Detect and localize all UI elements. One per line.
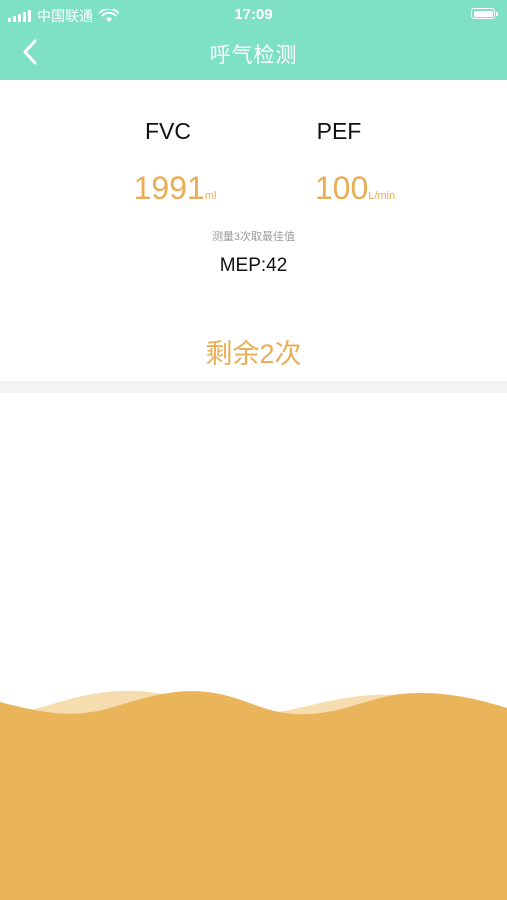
fvc-value-number: 1991	[133, 170, 205, 206]
status-bar: 中国联通 17:09	[0, 0, 507, 30]
pef-unit: L/min	[368, 190, 396, 202]
wave-front	[0, 691, 507, 900]
page-title: 呼气检测	[209, 44, 298, 67]
section-divider	[0, 381, 507, 393]
fvc-value: 1991ml	[75, 170, 275, 207]
remaining-count: 剩余2次	[205, 339, 302, 369]
measurement-hint: 测量3次取最佳值	[211, 231, 296, 243]
pef-value-number: 100	[314, 170, 369, 206]
mep-value: MEP:42	[219, 255, 288, 276]
status-time: 17:09	[234, 6, 273, 23]
app-header: 中国联通 17:09 呼气检测	[0, 0, 507, 80]
fvc-label: FVC	[145, 118, 191, 144]
battery-icon	[471, 8, 498, 19]
pef-value: 100L/min	[255, 170, 455, 207]
fvc-unit: ml	[204, 190, 217, 202]
wave-illustration	[0, 690, 507, 900]
pef-label: PEF	[316, 118, 362, 144]
